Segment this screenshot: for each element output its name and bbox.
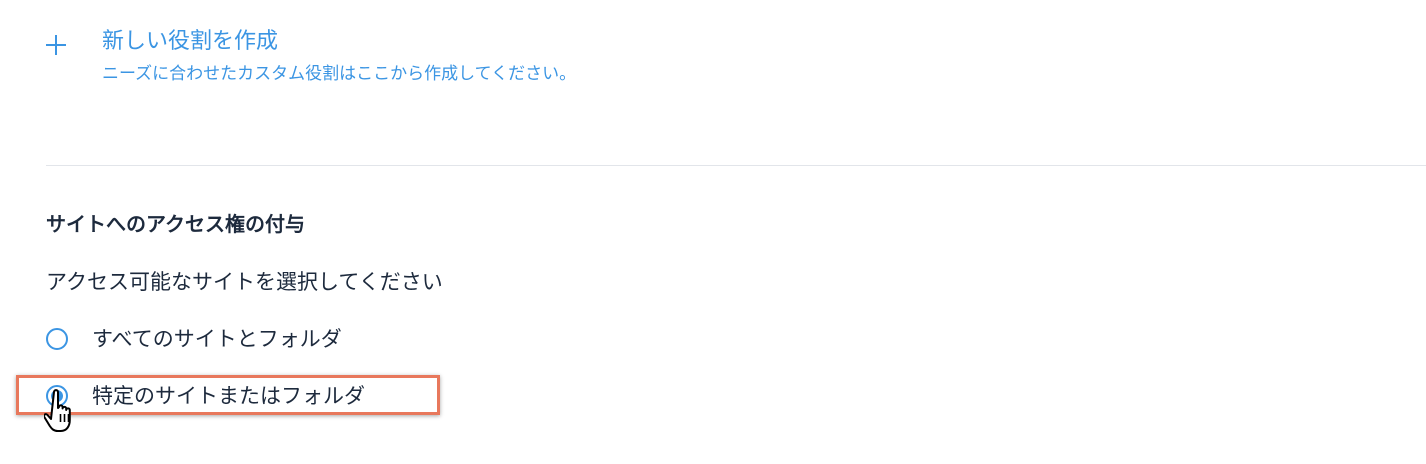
radio-button-specific-sites[interactable]: [46, 385, 68, 407]
radio-label-specific-sites[interactable]: 特定のサイトまたはフォルダ: [92, 380, 365, 412]
create-role-title[interactable]: 新しい役割を作成: [102, 26, 576, 58]
create-role-button[interactable]: 新しい役割を作成 ニーズに合わせたカスタム役割はここから作成してください。: [46, 26, 576, 88]
page: 新しい役割を作成 ニーズに合わせたカスタム役割はここから作成してください。 サイ…: [0, 0, 1426, 464]
plus-icon[interactable]: [46, 35, 66, 55]
create-role-description: ニーズに合わせたカスタム役割はここから作成してください。: [102, 64, 577, 84]
access-section-subtitle: アクセス可能なサイトを選択してください: [46, 270, 443, 294]
radio-option-all-sites[interactable]: すべてのサイトとフォルダ: [46, 323, 342, 355]
radio-label-all-sites[interactable]: すべてのサイトとフォルダ: [92, 323, 342, 355]
radio-option-specific-sites[interactable]: 特定のサイトまたはフォルダ: [46, 380, 365, 412]
create-role-texts: 新しい役割を作成 ニーズに合わせたカスタム役割はここから作成してください。: [102, 26, 576, 88]
radio-button-all-sites[interactable]: [46, 328, 68, 350]
section-divider: [46, 165, 1426, 166]
access-section-title: サイトへのアクセス権の付与: [46, 212, 305, 236]
